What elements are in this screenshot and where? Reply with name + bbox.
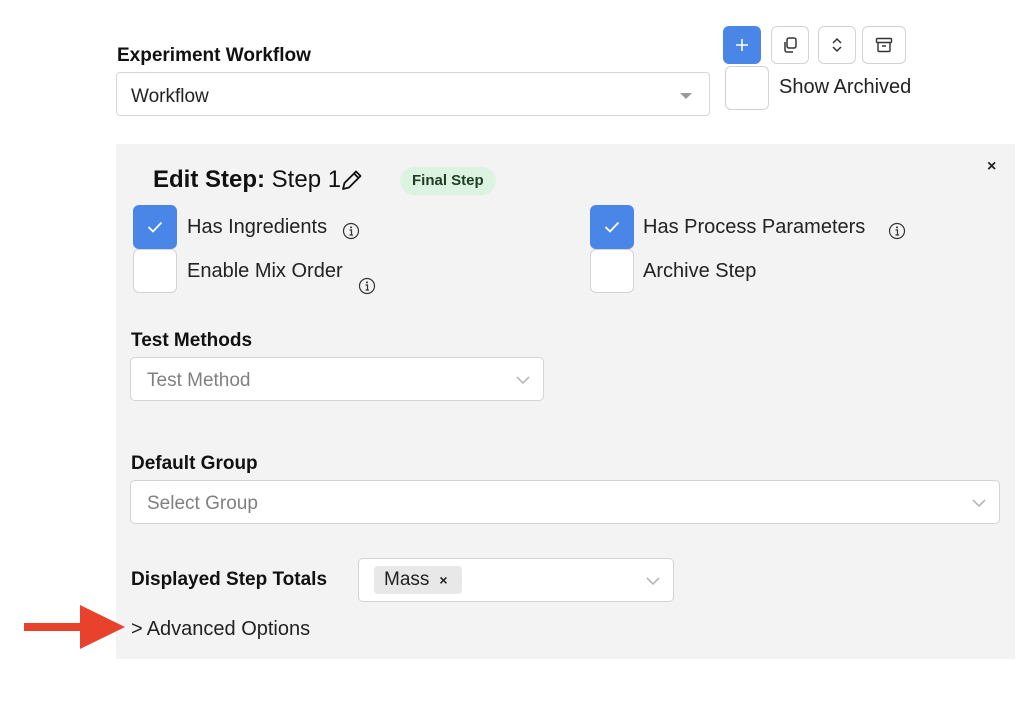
info-icon[interactable] xyxy=(358,277,376,295)
final-step-badge: Final Step xyxy=(400,167,496,195)
close-button[interactable]: × xyxy=(987,158,996,176)
reorder-button[interactable] xyxy=(818,26,856,64)
test-methods-label: Test Methods xyxy=(131,330,253,351)
check-icon xyxy=(604,221,620,233)
edit-step-prefix: Edit Step: xyxy=(153,166,265,193)
chevron-down-icon xyxy=(646,577,660,586)
test-methods-placeholder: Test Method xyxy=(147,370,251,391)
show-archived-checkbox[interactable] xyxy=(725,66,769,110)
workflow-label: Experiment Workflow xyxy=(117,45,311,66)
chevron-down-icon xyxy=(516,376,530,385)
test-methods-select[interactable]: Test Method xyxy=(130,357,544,401)
enable-mix-order-label: Enable Mix Order xyxy=(187,260,343,282)
has-process-parameters-checkbox[interactable] xyxy=(590,205,634,249)
plus-icon xyxy=(736,39,748,51)
info-icon[interactable] xyxy=(888,222,906,240)
archive-icon xyxy=(875,37,893,53)
edit-name-button[interactable] xyxy=(339,167,365,198)
has-process-parameters-label: Has Process Parameters xyxy=(643,216,866,238)
archive-step-checkbox[interactable] xyxy=(590,249,634,293)
show-archived-label: Show Archived xyxy=(779,76,912,98)
advanced-options-label: Advanced Options xyxy=(146,618,311,640)
info-icon[interactable] xyxy=(342,222,360,240)
edit-step-title: Edit Step: Step 1 xyxy=(153,166,341,194)
sort-icon xyxy=(832,37,842,53)
workflow-select-value: Workflow xyxy=(131,86,209,107)
step-name: Step 1 xyxy=(271,166,342,193)
default-group-select[interactable]: Select Group xyxy=(130,480,1000,524)
copy-icon xyxy=(784,37,797,53)
enable-mix-order-checkbox[interactable] xyxy=(133,249,177,293)
caret-down-icon xyxy=(680,93,692,99)
workflow-select[interactable]: Workflow xyxy=(116,72,710,116)
has-ingredients-checkbox[interactable] xyxy=(133,205,177,249)
add-workflow-button[interactable] xyxy=(723,26,761,64)
annotation-arrow-icon xyxy=(24,605,125,649)
pencil-icon xyxy=(342,170,362,190)
remove-chip-button[interactable]: × xyxy=(439,572,447,588)
copy-workflow-button[interactable] xyxy=(771,26,809,64)
displayed-step-totals-select[interactable]: Mass × xyxy=(358,558,674,602)
archive-step-label: Archive Step xyxy=(643,260,757,282)
advanced-options-toggle[interactable]: > Advanced Options xyxy=(131,618,310,641)
chevron-down-icon xyxy=(972,499,986,508)
mass-chip: Mass × xyxy=(374,566,462,594)
default-group-label: Default Group xyxy=(131,453,258,474)
chevron-right-icon: > xyxy=(131,618,143,640)
has-ingredients-label: Has Ingredients xyxy=(187,216,328,238)
check-icon xyxy=(147,221,163,233)
displayed-step-totals-label: Displayed Step Totals xyxy=(131,569,328,590)
mass-chip-label: Mass xyxy=(384,569,430,590)
default-group-placeholder: Select Group xyxy=(147,493,258,514)
archive-button[interactable] xyxy=(862,26,906,64)
